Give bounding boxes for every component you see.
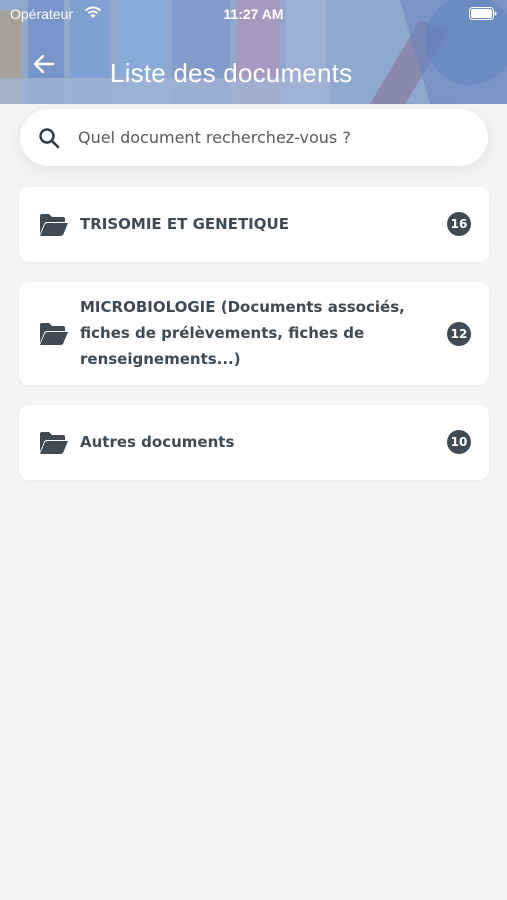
back-button[interactable] [30, 50, 58, 78]
folder-open-icon [40, 323, 68, 345]
search-bar[interactable] [20, 109, 488, 166]
folder-item-trisomie[interactable]: TRISOMIE ET GENETIQUE 16 [19, 187, 489, 262]
status-time: 11:27 AM [223, 6, 284, 22]
header-banner: Opérateur 11:27 AM Liste des documents [0, 0, 507, 104]
battery-icon [469, 7, 497, 20]
page-title: Liste des documents [110, 58, 353, 88]
search-icon [39, 128, 60, 149]
search-input[interactable] [78, 109, 478, 166]
folder-open-icon [40, 432, 68, 454]
folder-label: MICROBIOLOGIE (Documents associés, fiche… [80, 298, 405, 368]
status-bar: Opérateur 11:27 AM [0, 0, 507, 28]
folder-label: TRISOMIE ET GENETIQUE [80, 215, 289, 233]
folder-item-autres[interactable]: Autres documents 10 [19, 405, 489, 480]
count-badge: 10 [447, 430, 471, 454]
count-badge: 12 [447, 322, 471, 346]
folder-item-microbiologie[interactable]: MICROBIOLOGIE (Documents associés, fiche… [19, 282, 489, 385]
arrow-left-icon [33, 54, 55, 74]
count-badge: 16 [447, 212, 471, 236]
folder-open-icon [40, 214, 68, 236]
folder-label: Autres documents [80, 433, 235, 451]
